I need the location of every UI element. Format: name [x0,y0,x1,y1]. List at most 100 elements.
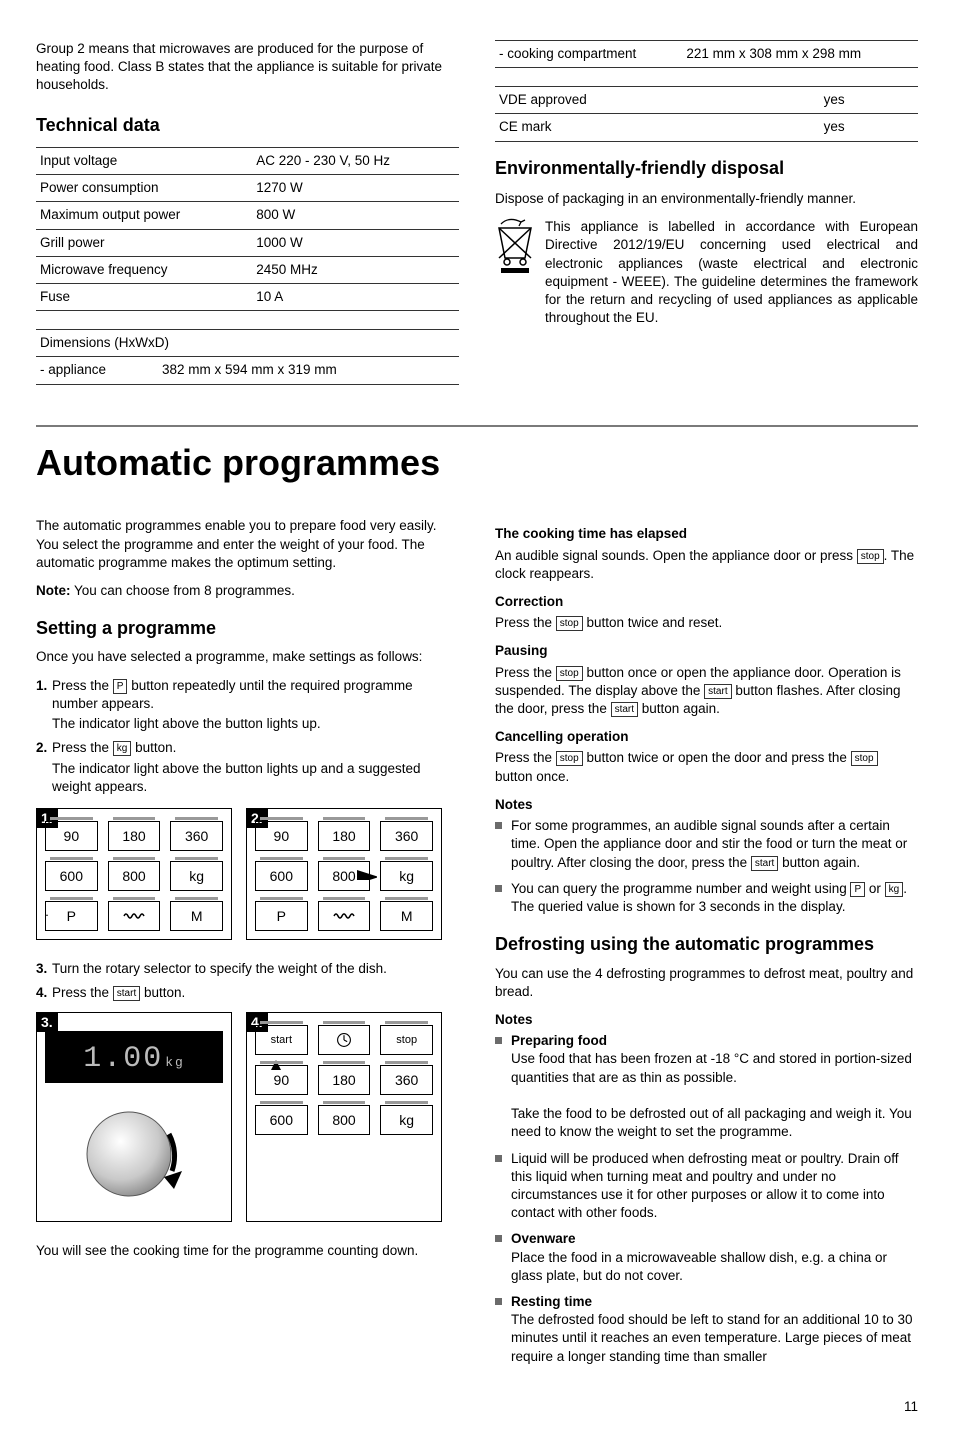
defrost-notes-heading: Notes [495,1011,918,1029]
step-1: 1. Press the P button repeatedly until t… [36,677,459,734]
prep-heading: Preparing food [511,1033,607,1048]
btn-grill [108,901,161,931]
step-3: 3. Turn the rotary selector to specify t… [36,960,459,978]
start-button-inline: start [751,856,778,871]
btn-180: 180 [318,821,371,851]
btn-grill [318,901,371,931]
btn-600: 600 [45,861,98,891]
table-row: Input voltageAC 220 - 230 V, 50 Hz [36,147,459,174]
btn-800: 800 [318,1105,371,1135]
btn-m: M [380,901,433,931]
notes-list: For some programmes, an audible signal s… [495,817,918,916]
approvals-table: VDE approvedyes CE markyes [495,86,918,141]
top-left-col: Group 2 means that microwaves are produc… [36,40,459,385]
group2-intro: Group 2 means that microwaves are produc… [36,40,459,95]
p-button-inline: P [113,679,128,694]
defrost-intro: You can use the 4 defrosting programmes … [495,965,918,1001]
table-row: Power consumption1270 W [36,175,459,202]
btn-360: 360 [380,1065,433,1095]
panel-row-12: 1. 90 180 360 600 800 kg P [36,808,459,940]
btn-90: 90 [255,1065,308,1095]
defrost-heading: Defrosting using the automatic programme… [495,932,918,956]
top-columns: Group 2 means that microwaves are produc… [36,40,918,385]
start-button-inline: start [611,702,638,717]
correction-para: Press the stop button twice and reset. [495,614,918,632]
btn-p: P [45,901,98,931]
list-item: You can query the programme number and w… [495,880,918,916]
kg-button-inline: kg [113,741,132,756]
notes-heading: Notes [495,796,918,814]
technical-data-heading: Technical data [36,113,459,137]
step-2: 2. Press the kg button. The indicator li… [36,739,459,796]
btn-360: 360 [380,821,433,851]
btn-600: 600 [255,861,308,891]
weee-text: This appliance is labelled in accordance… [545,218,918,327]
stop-button-inline: stop [857,549,884,564]
p-button-inline: P [850,882,865,897]
setting-intro: Once you have selected a programme, make… [36,648,459,666]
grill-icon [123,908,145,924]
bottom-columns: The automatic programmes enable you to p… [36,517,918,1374]
lcd-display: 1.00kg [45,1031,223,1083]
cancel-heading: Cancelling operation [495,728,918,746]
btn-kg: kg [380,1105,433,1135]
table-row: Microwave frequency2450 MHz [36,256,459,283]
clock-icon [333,1032,355,1048]
dims-table: Dimensions (HxWxD) - appliance382 mm x 5… [36,329,459,384]
main-heading: Automatic programmes [36,439,918,488]
btn-clock [318,1025,371,1055]
bottom-right-col: The cooking time has elapsed An audible … [495,517,918,1374]
top-right-col: - cooking compartment221 mm x 308 mm x 2… [495,40,918,385]
btn-kg: kg [170,861,223,891]
env-disposal-para: Dispose of packaging in an environmental… [495,190,918,208]
table-row: - appliance382 mm x 594 mm x 319 mm [36,357,459,384]
panel-number: 3. [37,1013,58,1032]
countdown-text: You will see the cooking time for the pr… [36,1242,459,1260]
btn-360: 360 [170,821,223,851]
btn-90: 90 [255,821,308,851]
lcd-unit: kg [165,1054,185,1072]
btn-180: 180 [318,1065,371,1095]
btn-m: M [170,901,223,931]
list-item: Liquid will be produced when defrosting … [495,1150,918,1223]
rotary-knob [74,1099,194,1209]
table-row: Grill power1000 W [36,229,459,256]
kg-button-inline: kg [885,882,904,897]
step-4: 4. Press the start button. [36,984,459,1002]
stop-button-inline: stop [556,616,583,631]
panel-4: 4. start stop 90 180 360 600 [246,1012,442,1222]
panel-1: 1. 90 180 360 600 800 kg P [36,808,232,940]
list-item: For some programmes, an audible signal s… [495,817,918,872]
ovenware-heading: Ovenware [511,1231,576,1246]
section-divider [36,425,918,427]
panel-3: 3. 1.00kg [36,1012,232,1222]
arrow-up-icon [36,900,58,916]
btn-600: 600 [255,1105,308,1135]
stop-button-inline: stop [851,751,878,766]
start-button-inline: start [704,684,731,699]
spec-table: Input voltageAC 220 - 230 V, 50 Hz Power… [36,147,459,311]
list-item: Resting time The defrosted food should b… [495,1293,918,1366]
list-item: Ovenware Place the food in a microwaveab… [495,1230,918,1285]
resting-heading: Resting time [511,1294,592,1309]
btn-kg: kg [380,861,433,891]
elapsed-para: An audible signal sounds. Open the appli… [495,547,918,583]
note-text: You can choose from 8 programmes. [71,583,295,598]
setting-heading: Setting a programme [36,616,459,640]
stop-button-inline: stop [556,666,583,681]
steps-list-2: 3. Turn the rotary selector to specify t… [36,960,459,1002]
btn-start: start [255,1025,308,1055]
table-row: Fuse10 A [36,284,459,311]
auto-note: Note: You can choose from 8 programmes. [36,582,459,600]
panel-row-34: 3. 1.00kg [36,1012,459,1222]
note-label: Note: [36,583,71,598]
btn-180: 180 [108,821,161,851]
btn-800: 800 [318,861,371,891]
dims-table-2: - cooking compartment221 mm x 308 mm x 2… [495,40,918,68]
steps-list: 1. Press the P button repeatedly until t… [36,677,459,796]
env-disposal-heading: Environmentally-friendly disposal [495,156,918,180]
stop-button-inline: stop [556,751,583,766]
start-button-inline: start [113,986,140,1001]
cancel-para: Press the stop button twice or open the … [495,749,918,785]
pausing-para: Press the stop button once or open the a… [495,664,918,719]
